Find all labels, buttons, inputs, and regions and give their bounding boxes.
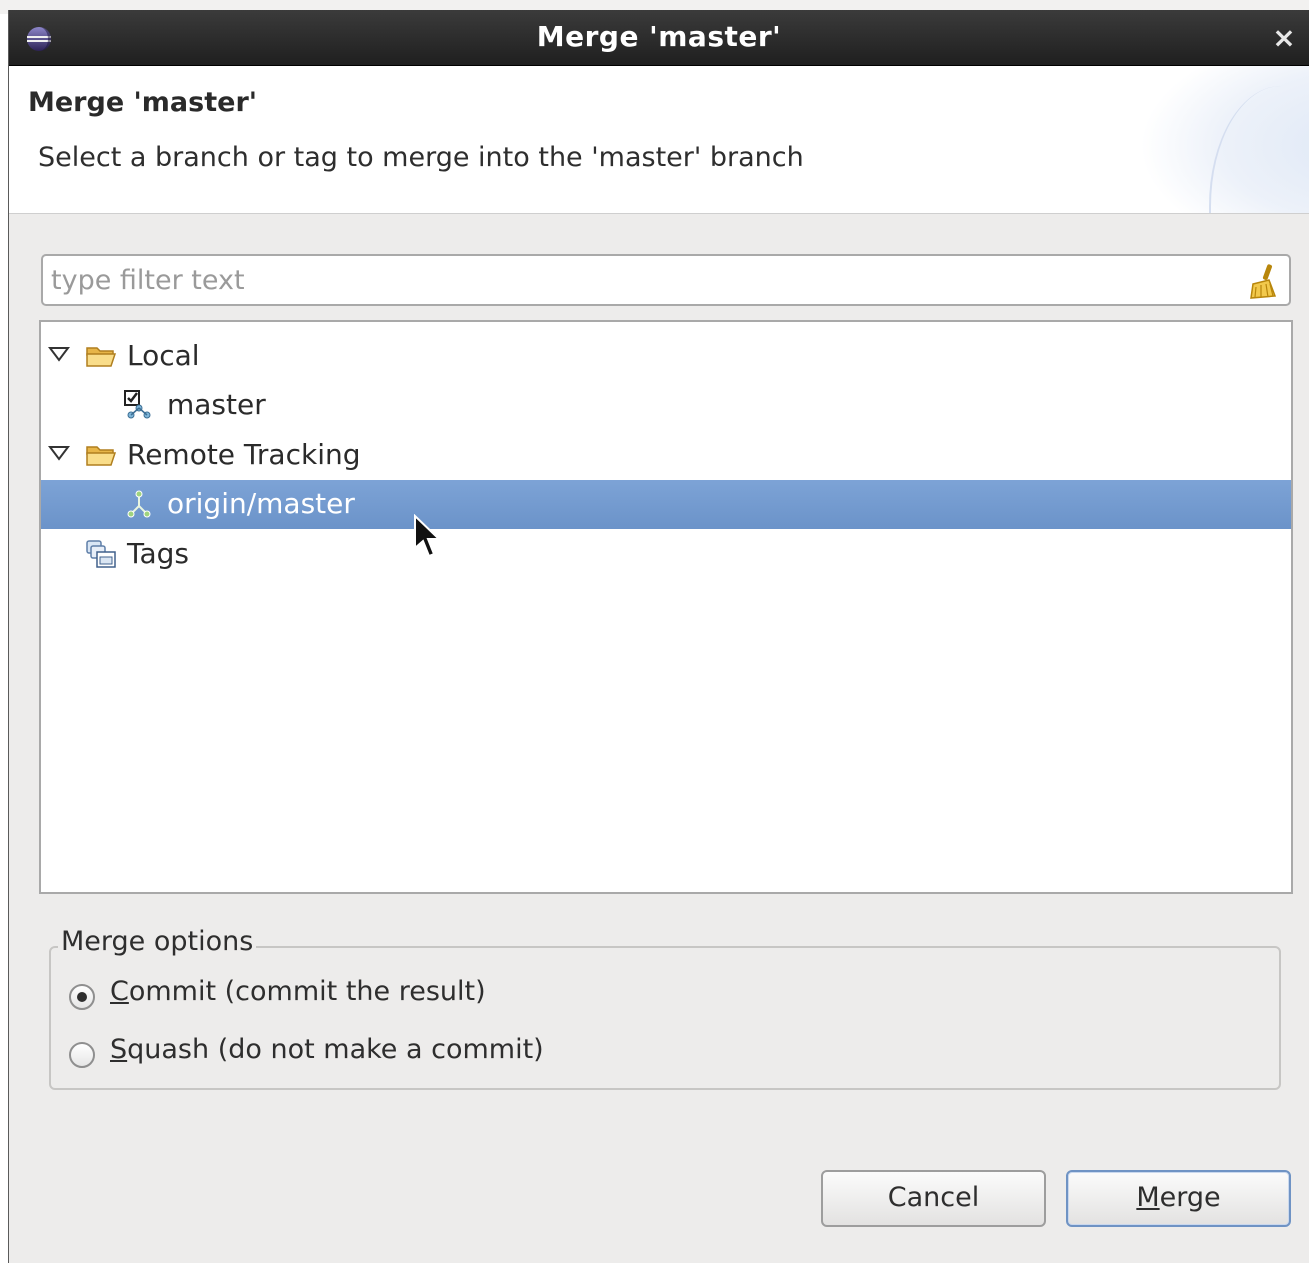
tree-node-label: Remote Tracking: [127, 438, 361, 471]
header-title: Merge 'master': [28, 87, 258, 118]
close-button[interactable]: ×: [1269, 20, 1299, 56]
broom-icon[interactable]: [1245, 262, 1281, 300]
folder-open-icon: [86, 446, 117, 466]
commit-radio[interactable]: [69, 984, 95, 1010]
tree-node-label: origin/master: [167, 487, 355, 520]
branch-tree[interactable]: Local master Remote Tracking origin/mast…: [39, 320, 1293, 894]
expand-triangle-icon[interactable]: [47, 441, 71, 465]
merge-button[interactable]: Merge: [1066, 1170, 1291, 1227]
title-bar[interactable]: Merge 'master' ×: [9, 10, 1309, 66]
tree-node-origin-master[interactable]: origin/master: [41, 480, 1291, 529]
commit-radio-label[interactable]: Commit (commit the result): [110, 976, 486, 1007]
tree-node-master[interactable]: master: [41, 381, 1291, 430]
tags-icon: [86, 540, 116, 568]
dialog-header: Merge 'master' Select a branch or tag to…: [9, 66, 1309, 214]
checked-out-branch-icon: [124, 390, 151, 419]
merge-label-text: erge: [1159, 1182, 1221, 1213]
tree-node-local[interactable]: Local: [41, 332, 1291, 381]
tree-node-remote-tracking[interactable]: Remote Tracking: [41, 431, 1291, 480]
merge-mnemonic: M: [1136, 1182, 1160, 1213]
filter-input[interactable]: [49, 260, 1239, 300]
tree-node-label: Tags: [127, 537, 189, 570]
remote-branch-icon: [127, 490, 151, 518]
tree-node-tags[interactable]: Tags: [41, 530, 1291, 579]
squash-radio-label[interactable]: Squash (do not make a commit): [110, 1034, 544, 1065]
squash-radio[interactable]: [69, 1042, 95, 1068]
filter-field[interactable]: [41, 254, 1291, 306]
tree-node-label: master: [167, 388, 266, 421]
commit-label-text: ommit (commit the result): [128, 976, 486, 1007]
squash-label-text: quash (do not make a commit): [127, 1034, 544, 1065]
tree-node-label: Local: [127, 339, 200, 372]
window-title: Merge 'master': [536, 20, 782, 53]
merge-options-legend: Merge options: [58, 926, 257, 957]
merge-dialog: Merge 'master' × Merge 'master' Select a…: [8, 10, 1309, 1263]
squash-mnemonic: S: [110, 1034, 128, 1065]
commit-mnemonic: C: [110, 976, 129, 1007]
cancel-button[interactable]: Cancel: [821, 1170, 1046, 1227]
header-description: Select a branch or tag to merge into the…: [38, 142, 804, 173]
merge-options-group: [49, 946, 1281, 1090]
folder-open-icon: [86, 347, 117, 367]
expand-triangle-icon[interactable]: [47, 342, 71, 366]
